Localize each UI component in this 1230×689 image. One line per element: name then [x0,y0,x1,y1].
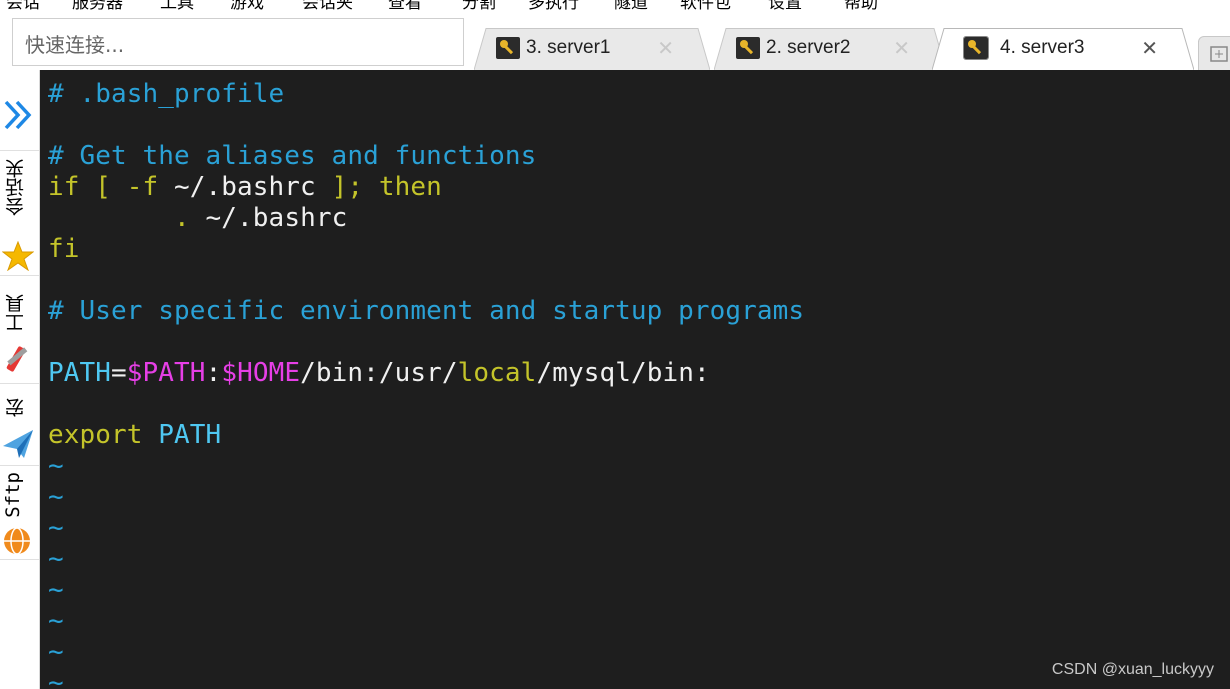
sidebar-item-sftp[interactable]: Sftp [0,465,39,560]
terminal-text: ~ [48,575,64,605]
terminal-text: PATH [48,358,112,388]
paper-plane-icon [3,430,33,458]
tab-label: 2. server2 [766,37,851,58]
globe-icon [4,527,30,555]
terminal-text: ~ [48,544,64,574]
terminal-text: $HOME [221,358,301,388]
sidebar: 会话夹 工具 宏 Sftp [0,70,40,689]
terminal-text: ~ [48,451,64,481]
terminal-text: $PATH [126,358,206,388]
tools-icon [6,346,28,372]
terminal-text: ~ [48,482,64,512]
terminal-text: /mysql/bin: [536,358,710,388]
tab-label: 4. server3 [1000,37,1085,58]
menu-bar: 会话 服务器 工具 游戏 会话夹 查看 分割 多执行 隧道 软件包 设置 帮助 [0,0,1230,13]
terminal-line: . ~/.bashrc [48,203,347,234]
terminal-text: fi [48,234,80,264]
terminal-text: /bin:/usr/ [300,358,458,388]
terminal-line: ~ [48,451,64,482]
tab-server1[interactable]: 3. server1 ✕ [474,28,710,70]
sidebar-item-macros[interactable]: 宏 [0,383,39,465]
star-icon [2,241,34,271]
terminal-line: fi [48,234,80,265]
terminal-text: local [457,358,537,388]
key-icon [736,37,760,59]
terminal-text: export [48,420,159,450]
terminal-line: # User specific environment and startup … [48,296,804,327]
sidebar-item-label: 宏 [5,398,27,417]
terminal-text: . [48,203,206,233]
terminal-text: # Get the aliases and functions [48,141,537,171]
tab-server2[interactable]: 2. server2 ✕ [714,28,946,70]
terminal-text: ~ [48,637,64,667]
terminal-text: # .bash_profile [48,79,285,109]
double-chevron-right-icon[interactable] [2,98,36,132]
key-icon [963,36,989,60]
terminal-text: ]; then [331,172,442,202]
terminal-line: PATH=$PATH:$HOME/bin:/usr/local/mysql/bi… [48,358,710,389]
close-icon[interactable]: ✕ [657,36,674,61]
sidebar-item-tools[interactable]: 工具 [0,275,39,383]
terminal-text: : [205,358,222,388]
close-icon[interactable]: ✕ [1141,36,1158,61]
tab-label: 3. server1 [526,37,611,58]
terminal-line: ~ [48,575,64,606]
tab-strip: 快速连接... 3. server1 ✕ 2. server2 ✕ 4. ser… [0,10,1230,72]
terminal-line: ~ [48,637,64,668]
terminal-text: PATH [158,420,222,450]
terminal-line: ~ [48,668,64,689]
terminal-line: export PATH [48,420,221,451]
terminal-text: if [ -f [48,172,175,202]
terminal-text: = [111,358,127,388]
sidebar-item-label: Sftp [2,472,24,518]
terminal-text: ~ [48,606,64,636]
tab-server3[interactable]: 4. server3 ✕ [932,28,1194,70]
terminal-text: ~ [48,513,64,543]
terminal[interactable]: # .bash_profile # Get the aliases and fun… [40,70,1230,689]
terminal-text: ~ [48,668,64,689]
quick-connect-input[interactable]: 快速连接... [12,18,464,66]
terminal-text: ~/.bashrc [205,203,348,233]
key-icon [496,37,520,59]
sidebar-item-label: 工具 [5,294,27,332]
close-icon[interactable]: ✕ [893,36,910,61]
terminal-line: ~ [48,513,64,544]
terminal-line: if [ -f ~/.bashrc ]; then [48,172,442,203]
watermark: CSDN @xuan_luckyyy [1051,661,1214,678]
terminal-line: # Get the aliases and functions [48,141,536,172]
terminal-line: ~ [48,606,64,637]
terminal-line: ~ [48,544,64,575]
terminal-text: ~/.bashrc [174,172,332,202]
terminal-text: # User specific environment and startup … [48,296,805,326]
sidebar-item-label: 会话夹 [5,159,27,216]
new-tab-button[interactable] [1198,36,1230,72]
terminal-line: ~ [48,482,64,513]
terminal-line: # .bash_profile [48,79,284,110]
sidebar-item-sessions[interactable]: 会话夹 [0,150,39,275]
